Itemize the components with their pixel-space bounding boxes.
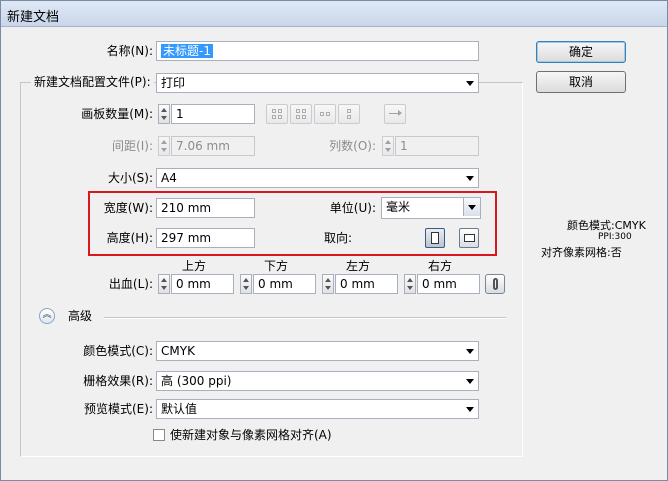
profile-select[interactable]: 打印 xyxy=(156,73,479,93)
bleed-right-stepper[interactable] xyxy=(404,274,416,294)
title-bar: 新建文档 xyxy=(1,1,667,27)
name-value: 未标题-1 xyxy=(161,44,213,58)
landscape-icon xyxy=(464,234,475,242)
grid-by-row-icon xyxy=(266,104,288,124)
align-pixel-grid-checkbox[interactable] xyxy=(153,429,165,441)
chevron-up-icon: ︽ xyxy=(42,310,52,320)
chevron-down-icon xyxy=(468,205,476,210)
raster-effects-label: 栅格效果(R): xyxy=(83,374,153,388)
size-label: 大小(S): xyxy=(107,171,153,185)
chain-link-icon xyxy=(493,278,498,290)
bleed-right-label: 右方 xyxy=(428,259,453,273)
color-mode-value: CMYK xyxy=(161,344,195,358)
bleed-label: 出血(L): xyxy=(108,277,153,291)
chevron-down-icon xyxy=(466,407,474,412)
name-label: 名称(N): xyxy=(106,44,153,58)
artboards-stepper[interactable] xyxy=(158,104,170,124)
units-select[interactable]: 毫米 xyxy=(381,197,481,219)
height-label: 高度(H): xyxy=(106,231,153,245)
bleed-bottom-label: 下方 xyxy=(264,259,289,273)
info-ppi: PPI:300 xyxy=(598,232,632,242)
raster-effects-value: 高 (300 ppi) xyxy=(161,374,232,388)
arrange-by-row-icon xyxy=(314,104,336,124)
width-input[interactable]: 210 mm xyxy=(156,198,255,218)
grid-by-column-icon xyxy=(290,104,312,124)
bleed-top-label: 上方 xyxy=(182,259,207,273)
info-color-mode: 颜色模式:CMYK xyxy=(567,219,646,232)
units-value: 毫米 xyxy=(386,200,411,214)
spacing-input: 7.06 mm xyxy=(171,136,255,156)
right-to-left-icon xyxy=(384,104,406,124)
dialog-title: 新建文档 xyxy=(7,10,60,25)
artboards-label: 画板数量(M): xyxy=(81,107,153,121)
width-label: 宽度(W): xyxy=(103,201,153,215)
bleed-left-stepper[interactable] xyxy=(322,274,334,294)
arrange-by-column-icon xyxy=(338,104,360,124)
spacing-stepper xyxy=(158,136,170,156)
units-label: 单位(U): xyxy=(329,201,376,215)
link-bleed-button[interactable] xyxy=(485,274,505,294)
bleed-left-label: 左方 xyxy=(346,259,371,273)
bleed-top-stepper[interactable] xyxy=(158,274,170,294)
cancel-button[interactable]: 取消 xyxy=(536,71,626,93)
size-value: A4 xyxy=(161,171,177,185)
profile-value: 打印 xyxy=(161,76,186,90)
columns-stepper xyxy=(382,136,394,156)
profile-label: 新建文档配置文件(P): xyxy=(31,73,154,91)
preview-mode-value: 默认值 xyxy=(161,402,198,416)
chevron-down-icon xyxy=(466,349,474,354)
bleed-right-input[interactable]: 0 mm xyxy=(417,274,480,294)
bleed-bottom-stepper[interactable] xyxy=(240,274,252,294)
advanced-label: 高级 xyxy=(68,309,93,323)
orientation-label: 取向: xyxy=(324,231,353,245)
preview-mode-label: 预览模式(E): xyxy=(84,402,153,416)
artboards-input[interactable]: 1 xyxy=(171,104,255,124)
name-input[interactable]: 未标题-1 xyxy=(156,41,479,61)
collapse-advanced-button[interactable]: ︽ xyxy=(39,308,55,324)
preview-mode-select[interactable]: 默认值 xyxy=(156,399,479,419)
color-mode-select[interactable]: CMYK xyxy=(156,341,479,361)
raster-effects-select[interactable]: 高 (300 ppi) xyxy=(156,371,479,391)
size-select[interactable]: A4 xyxy=(156,168,479,188)
portrait-icon xyxy=(431,232,439,244)
chevron-down-icon xyxy=(466,379,474,384)
align-pixel-grid-label: 使新建对象与像素网格对齐(A) xyxy=(170,428,332,442)
bleed-left-input[interactable]: 0 mm xyxy=(335,274,398,294)
chevron-down-icon xyxy=(466,176,474,181)
height-input[interactable]: 297 mm xyxy=(156,228,255,248)
spacing-label: 间距(I): xyxy=(112,139,153,153)
columns-label: 列数(O): xyxy=(329,139,376,153)
landscape-orientation-button[interactable] xyxy=(459,228,479,248)
portrait-orientation-button[interactable] xyxy=(425,228,445,248)
info-pixel-grid: 对齐像素网格:否 xyxy=(541,246,622,259)
chevron-down-icon xyxy=(466,81,474,86)
new-document-dialog: 新建文档 确定 取消 名称(N): 未标题-1 新建文档配置文件(P): 打印 … xyxy=(0,0,668,481)
columns-input: 1 xyxy=(395,136,479,156)
bleed-bottom-input[interactable]: 0 mm xyxy=(253,274,316,294)
bleed-top-input[interactable]: 0 mm xyxy=(171,274,234,294)
advanced-divider xyxy=(104,317,506,319)
ok-button[interactable]: 确定 xyxy=(536,41,626,63)
color-mode-label: 颜色模式(C): xyxy=(83,344,153,358)
